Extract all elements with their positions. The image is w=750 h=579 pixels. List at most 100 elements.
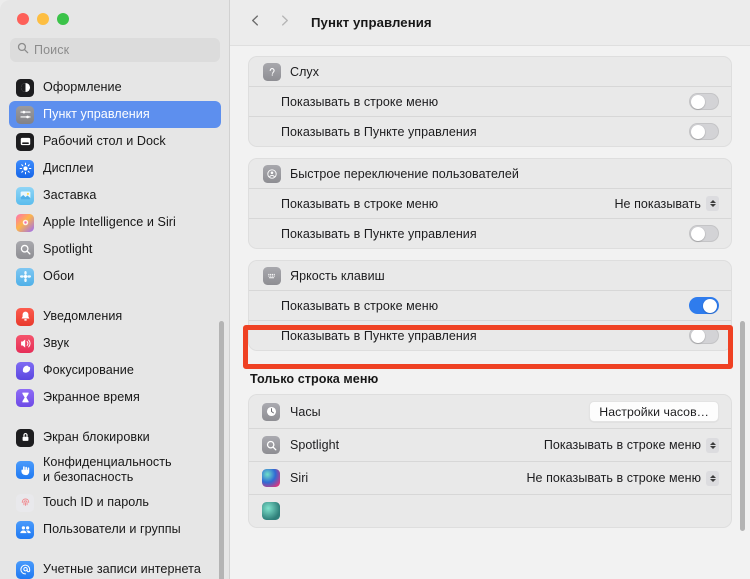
card-keyboard-brightness: Яркость клавиш Показывать в строке меню … [248, 260, 732, 351]
toggle-knob [691, 95, 705, 109]
minimize-button[interactable] [37, 13, 49, 25]
app-row-clock: Часы Настройки часов… [249, 395, 731, 428]
app-row-spotlight: Spotlight Показывать в строке меню [249, 428, 731, 461]
app-row-siri: Siri Не показывать в строке меню [249, 461, 731, 494]
spotlight-icon [16, 240, 34, 259]
close-button[interactable] [17, 13, 29, 25]
app-row-label: Siri [290, 471, 309, 485]
sidebar-item-lock-screen[interactable]: Экран блокировки [9, 424, 221, 451]
wallpaper-icon [16, 267, 34, 286]
focus-icon [16, 361, 34, 380]
sidebar-item-label: Spotlight [43, 242, 93, 257]
sidebar-item-label: Заставка [43, 188, 97, 203]
sidebar-item-sound[interactable]: Звук [9, 330, 221, 357]
row-show-in-control-center: Показывать в Пункте управления [249, 218, 731, 248]
popup-show-in-menu-bar[interactable]: Не показывать [614, 196, 719, 211]
sidebar-item-screensaver[interactable]: Заставка [9, 182, 221, 209]
partial-row-icon [262, 502, 280, 520]
card-hearing: Слух Показывать в строке меню Показывать… [248, 56, 732, 147]
sidebar-item-label: Фокусирование [43, 363, 134, 378]
sidebar-item-desktop-dock[interactable]: Рабочий стол и Dock [9, 128, 221, 155]
row-label: Показывать в Пункте управления [281, 226, 477, 241]
spotlight-icon [262, 436, 280, 454]
sidebar-scrollbar[interactable] [219, 321, 224, 579]
toggle-show-in-control-center[interactable] [689, 225, 719, 242]
row-control [689, 297, 719, 314]
row-control: Не показывать [614, 196, 719, 211]
search-placeholder: Поиск [34, 43, 70, 57]
sidebar-item-spotlight[interactable]: Spotlight [9, 236, 221, 263]
toggle-show-in-control-center[interactable] [689, 327, 719, 344]
sidebar-item-label: Пункт управления [43, 107, 150, 122]
row-control [689, 93, 719, 110]
row-control [689, 225, 719, 242]
sidebar-item-touch-id[interactable]: Touch ID и пароль [9, 489, 221, 516]
chevron-up-down-icon [706, 196, 719, 211]
sidebar-item-notifications[interactable]: Уведомления [9, 303, 221, 330]
sidebar-item-label: Уведомления [43, 309, 123, 324]
app-row-partial [249, 494, 731, 527]
siri-icon [262, 469, 280, 487]
sidebar-item-label: Дисплеи [43, 161, 94, 176]
toggle-show-in-control-center[interactable] [689, 123, 719, 140]
screensaver-icon [16, 186, 34, 205]
window-controls [0, 0, 230, 38]
row-show-in-menu-bar: Показывать в строке меню Не показывать [249, 188, 731, 218]
sidebar-item-privacy-security[interactable]: Конфиденциальность и безопасность [9, 451, 221, 489]
row-control [689, 327, 719, 344]
popup-siri-visibility[interactable]: Не показывать в строке меню [526, 470, 719, 486]
popup-value: Не показывать в строке меню [526, 471, 701, 485]
toggle-show-in-menu-bar[interactable] [689, 93, 719, 110]
card-fast-user-switching: Быстрое переключение пользователей Показ… [248, 158, 732, 249]
sidebar-group-divider [9, 543, 221, 556]
card-menu-bar-only: Часы Настройки часов… Spotlight Показыва… [248, 394, 732, 528]
hearing-icon [263, 62, 281, 81]
chevron-up-down-icon [706, 470, 719, 486]
row-label: Показывать в строке меню [281, 298, 439, 313]
popup-value: Показывать в строке меню [543, 438, 701, 452]
siri-icon [16, 213, 34, 232]
sidebar-item-focus[interactable]: Фокусирование [9, 357, 221, 384]
sidebar-item-control-center[interactable]: Пункт управления [9, 101, 221, 128]
card-header: Слух [249, 57, 731, 86]
sidebar-item-label: Экранное время [43, 390, 140, 405]
sidebar-item-screen-time[interactable]: Экранное время [9, 384, 221, 411]
card-header-label: Быстрое переключение пользователей [290, 166, 519, 181]
sidebar-group-divider [9, 290, 221, 303]
chevron-up-down-icon [706, 437, 719, 453]
popup-spotlight-visibility[interactable]: Показывать в строке меню [543, 437, 719, 453]
screen-time-icon [16, 388, 34, 407]
toggle-knob [691, 329, 705, 343]
clock-settings-button[interactable]: Настройки часов… [589, 401, 719, 422]
sidebar-item-internet-accounts[interactable]: Учетные записи интернета [9, 556, 221, 579]
app-row-label: Spotlight [290, 438, 340, 452]
touch-id-icon [16, 493, 34, 512]
keyboard-brightness-icon [263, 266, 281, 285]
sidebar-item-label: Экран блокировки [43, 430, 150, 445]
sidebar-item-apple-intelligence-siri[interactable]: Apple Intelligence и Siri [9, 209, 221, 236]
users-groups-icon [16, 520, 34, 539]
maximize-button[interactable] [57, 13, 69, 25]
forward-button[interactable] [271, 9, 298, 36]
card-header: Яркость клавиш [249, 261, 731, 290]
search-container: Поиск [0, 38, 230, 71]
chevron-left-icon [249, 14, 262, 32]
row-show-in-control-center: Показывать в Пункте управления [249, 116, 731, 146]
row-show-in-menu-bar-highlighted: Показывать в строке меню [249, 290, 731, 320]
app-row-label: Часы [290, 404, 321, 419]
row-label: Показывать в Пункте управления [281, 124, 477, 139]
search-input[interactable]: Поиск [10, 38, 220, 62]
back-button[interactable] [242, 9, 269, 36]
internet-accounts-icon [16, 560, 34, 579]
main-scrollbar[interactable] [740, 321, 745, 531]
sidebar-item-label: Оформление [43, 80, 122, 95]
settings-scroll-area: Слух Показывать в строке меню Показывать… [230, 46, 750, 579]
toggle-show-in-menu-bar[interactable] [689, 297, 719, 314]
toggle-knob [691, 125, 705, 139]
sidebar-item-appearance[interactable]: Оформление [9, 74, 221, 101]
toggle-knob [703, 299, 717, 313]
sidebar-item-label: Рабочий стол и Dock [43, 134, 166, 149]
sidebar-item-wallpaper[interactable]: Обои [9, 263, 221, 290]
sidebar-item-users-groups[interactable]: Пользователи и группы [9, 516, 221, 543]
sidebar-item-displays[interactable]: Дисплеи [9, 155, 221, 182]
